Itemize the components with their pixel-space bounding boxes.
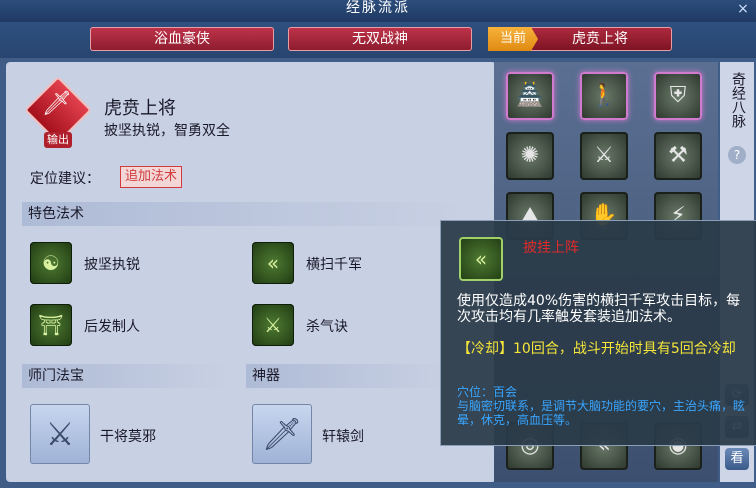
meridian-cell[interactable]: ⛨ xyxy=(654,72,702,120)
gate-icon: ⛩ xyxy=(30,304,72,346)
slash-icon: ⚔ xyxy=(252,304,294,346)
section-treasure: 师门法宝 xyxy=(22,364,228,388)
tab-label: 浴血豪侠 xyxy=(154,31,210,47)
skill-houfa[interactable]: ⛩ 后发制人 xyxy=(30,304,180,348)
artifact-item[interactable]: 🗡 轩辕剑 xyxy=(252,404,452,464)
window-title: 经脉流派 xyxy=(346,0,410,16)
crossed-swords-icon: ⚔ xyxy=(30,404,90,464)
tab-label: 无双战神 xyxy=(352,31,408,47)
section-artifact: 神器 xyxy=(246,364,452,388)
tooltip-cooldown: 【冷却】10回合，战斗开始时具有5回合冷却 xyxy=(457,341,736,357)
tab-label: 虎贲上将 xyxy=(572,31,628,47)
school-emblem: 🗡 输出 xyxy=(24,76,92,148)
meridian-cell[interactable]: 🏯 xyxy=(506,72,554,120)
skill-pijian[interactable]: ☯ 披坚执锐 xyxy=(30,242,180,286)
skill-label: 横扫千军 xyxy=(306,257,362,273)
tab-hubeng[interactable]: 当前 虎贲上将 xyxy=(488,27,672,51)
artifact-label: 轩辕剑 xyxy=(322,429,364,445)
skill-label: 后发制人 xyxy=(84,319,140,335)
arrows-icon: « xyxy=(459,237,503,281)
tooltip-acupoint: 穴位：百会 与脑密切联系，是调节大脑功能的要穴，主治头痛，眩晕，休克，高血压等。 xyxy=(457,385,746,427)
help-icon[interactable]: ? xyxy=(728,146,746,164)
skill-hengsao[interactable]: « 横扫千军 xyxy=(252,242,402,286)
title-bar: 经脉流派 × xyxy=(0,0,756,22)
tooltip-description: 使用仅造成40%伤害的横扫千军攻击目标，每次攻击均有几率触发套装追加法术。 xyxy=(457,293,741,325)
position-tag: 追加法术 xyxy=(120,166,183,188)
sword-icon: 🗡 xyxy=(252,404,312,464)
meridian-cell[interactable]: ⚔ xyxy=(580,132,628,180)
tab-wushuang[interactable]: 无双战神 xyxy=(288,27,472,51)
current-tag: 当前 xyxy=(488,27,538,51)
skill-label: 披坚执锐 xyxy=(84,257,140,273)
school-description: 披坚执锐，智勇双全 xyxy=(104,123,230,139)
main-panel: 🗡 输出 虎贲上将 披坚执锐，智勇双全 定位建议： 追加法术 特色法术 ☯ 披坚… xyxy=(6,62,496,482)
sidebar-title: 奇经八脉 xyxy=(730,72,746,128)
sword-icon: 🗡 xyxy=(41,89,73,117)
gourd-icon: ☯ xyxy=(30,242,72,284)
treasure-item[interactable]: ⚔ 干将莫邪 xyxy=(30,404,230,464)
treasure-label: 干将莫邪 xyxy=(100,429,156,445)
skill-shaqi[interactable]: ⚔ 杀气诀 xyxy=(252,304,402,348)
tooltip-title: 披挂上阵 xyxy=(523,240,579,256)
section-special-spells: 特色法术 xyxy=(22,202,468,226)
arrows-icon: « xyxy=(252,242,294,284)
skill-tooltip: « 披挂上阵 使用仅造成40%伤害的横扫千军攻击目标，每次攻击均有几率触发套装追… xyxy=(440,220,756,446)
meridian-cell[interactable]: ✺ xyxy=(506,132,554,180)
tab-row: 浴血豪侠 无双战神 当前 虎贲上将 xyxy=(0,22,756,58)
view-button[interactable]: 看 xyxy=(725,448,749,470)
position-label: 定位建议： xyxy=(30,171,100,187)
close-icon[interactable]: × xyxy=(734,0,752,18)
tab-yuxue[interactable]: 浴血豪侠 xyxy=(90,27,274,51)
school-name: 虎贲上将 xyxy=(104,98,176,119)
meridian-cell[interactable]: 🚶 xyxy=(580,72,628,120)
output-badge: 输出 xyxy=(44,132,72,148)
meridian-cell[interactable]: ⚒ xyxy=(654,132,702,180)
skill-label: 杀气诀 xyxy=(306,319,348,335)
